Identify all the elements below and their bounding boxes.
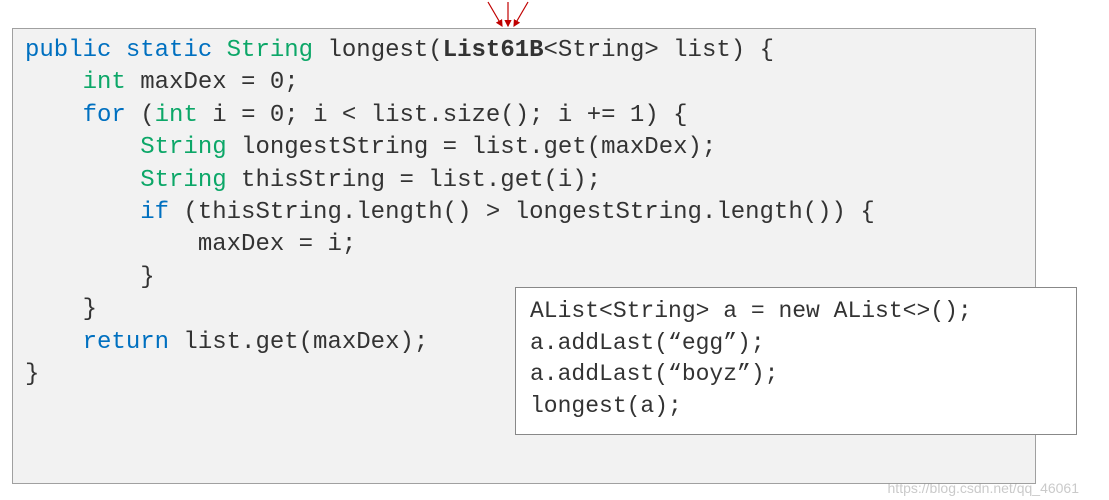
code-text: i = 0; i < list.size(); i += 1) { [198,102,688,129]
code-text: <String> list) { [544,37,774,64]
keyword-return: return [83,329,169,356]
type-list61b: List61B [443,37,544,64]
method-name: longest( [327,37,442,64]
code-line: for (int i = 0; i < list.size(); i += 1)… [25,100,1023,132]
keyword-static: static [126,37,212,64]
keyword-if: if [140,199,169,226]
code-line: String thisString = list.get(i); [25,165,1023,197]
inset-line: AList<String> a = new AList<>(); [530,296,1062,328]
type-string: String [140,134,226,161]
keyword-for: for [83,102,126,129]
type-int: int [155,102,198,129]
code-text: (thisString.length() > longestString.len… [169,199,875,226]
code-text: ( [126,102,155,129]
watermark-text: https://blog.csdn.net/qq_46061 [888,480,1079,496]
code-line: String longestString = list.get(maxDex); [25,132,1023,164]
code-text: longestString = list.get(maxDex); [227,134,717,161]
code-line: public static String longest(List61B<Str… [25,35,1023,67]
keyword-public: public [25,37,111,64]
code-line: int maxDex = 0; [25,67,1023,99]
type-string: String [140,167,226,194]
inset-line: longest(a); [530,391,1062,423]
code-text: thisString = list.get(i); [227,167,601,194]
type-string: String [227,37,313,64]
code-line: maxDex = i; [25,229,1023,261]
inset-line: a.addLast(“boyz”); [530,359,1062,391]
code-text: list.get(maxDex); [169,329,428,356]
type-int: int [83,69,126,96]
code-line: if (thisString.length() > longestString.… [25,197,1023,229]
code-text: maxDex = 0; [126,69,299,96]
code-block-inset: AList<String> a = new AList<>(); a.addLa… [515,287,1077,435]
pointer-arrows [480,0,540,30]
inset-line: a.addLast(“egg”); [530,328,1062,360]
